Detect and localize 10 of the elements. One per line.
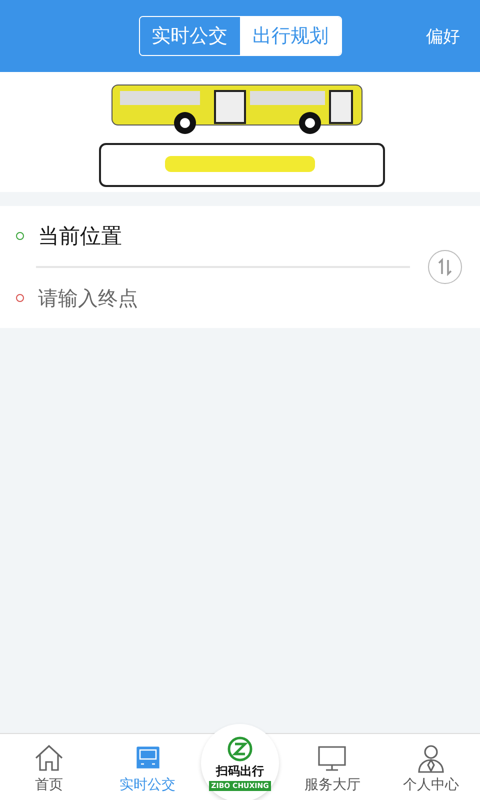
start-location[interactable]: 当前位置 <box>38 222 122 250</box>
nav-tab[interactable]: 个人中心 <box>382 734 480 800</box>
destination-field[interactable]: 请输入终点 <box>38 286 338 310</box>
logo-icon <box>227 736 254 762</box>
scan-label: 扫码出行 <box>216 762 264 780</box>
nav-tab[interactable]: 首页 <box>0 734 98 800</box>
home-icon <box>33 743 66 773</box>
nav-tab[interactable]: 服务大厅 <box>283 734 382 800</box>
swap-icon[interactable] <box>428 250 462 284</box>
monitor-icon <box>316 743 348 773</box>
